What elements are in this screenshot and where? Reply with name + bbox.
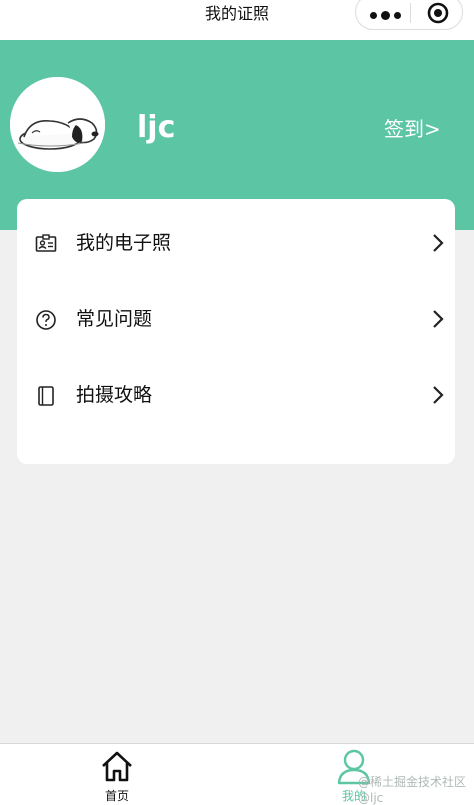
home-icon bbox=[102, 751, 132, 782]
capsule-divider bbox=[410, 3, 411, 23]
more-icon[interactable] bbox=[370, 11, 401, 20]
mini-program-capsule bbox=[355, 0, 463, 30]
chevron-right-icon bbox=[433, 310, 444, 328]
menu-item-label: 常见问题 bbox=[76, 308, 153, 330]
chevron-right-icon bbox=[433, 386, 444, 404]
id-card-icon bbox=[35, 234, 57, 252]
page: 我的证照 ljc 签到> 我的电子照 常见问题 拍摄攻略 首页 我的 @稀土掘金… bbox=[0, 0, 474, 805]
menu-item-shooting-guide[interactable]: 拍摄攻略 bbox=[17, 371, 455, 419]
menu-item-label: 拍摄攻略 bbox=[76, 384, 153, 406]
chevron-right-icon bbox=[433, 234, 444, 252]
signin-link[interactable]: 签到> bbox=[384, 116, 441, 142]
menu-item-faq[interactable]: 常见问题 bbox=[17, 295, 455, 343]
watermark: @稀土掘金技术社区 @ljc bbox=[358, 775, 467, 805]
menu-item-my-e-photo[interactable]: 我的电子照 bbox=[17, 219, 455, 267]
tab-home[interactable]: 首页 bbox=[57, 744, 177, 805]
close-target-icon[interactable] bbox=[426, 1, 450, 25]
menu-item-label: 我的电子照 bbox=[76, 232, 172, 254]
question-circle-icon bbox=[36, 310, 56, 330]
book-icon bbox=[38, 386, 54, 406]
navigation-bar: 我的证照 bbox=[0, 0, 474, 40]
avatar[interactable] bbox=[10, 77, 105, 172]
snoopy-avatar-image bbox=[10, 77, 105, 172]
tab-label: 首页 bbox=[104, 789, 129, 803]
username: ljc bbox=[137, 110, 176, 145]
menu-card: 我的电子照 常见问题 拍摄攻略 bbox=[17, 199, 455, 464]
